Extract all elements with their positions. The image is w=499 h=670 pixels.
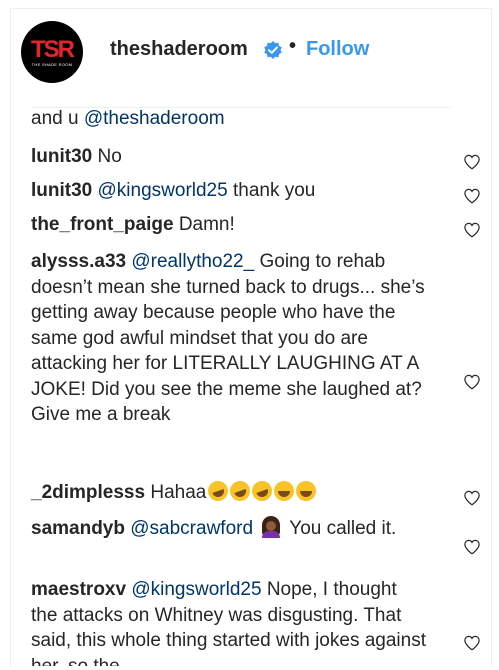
mention-link[interactable]: @kingsworld25 [131,579,261,600]
list-item: alysss.a33 @reallytho22_ Going to rehab … [31,249,426,428]
woman-tipping-hand-emoji [260,516,282,538]
mention-link[interactable]: @sabcrawford [130,518,253,539]
avatar-logo: TSR [31,36,75,63]
mention-link[interactable]: @theshaderoom [84,108,225,129]
username-link[interactable]: theshaderoom [110,38,248,61]
comment-text: Going to rehab doesn’t mean she turned b… [31,251,425,425]
heart-outline-icon[interactable] [463,538,481,556]
post-header: TSR THE SHADE ROOM theshaderoom • Follow [11,9,491,89]
comment-text: thank you [232,180,316,201]
rolling-on-floor-laughing-emoji [205,478,232,504]
heart-outline-icon[interactable] [463,187,481,205]
comment-username[interactable]: the_front_paige [31,214,174,235]
comment-username[interactable]: lunit30 [31,146,92,167]
post-comments-panel: TSR THE SHADE ROOM theshaderoom • Follow… [10,8,492,666]
list-item: samandyb @sabcrawford You called it. [31,516,426,542]
comment-prefix: and u [31,108,84,129]
follow-button[interactable]: Follow [306,38,369,61]
mention-link[interactable]: @kingsworld25 [98,180,228,201]
verified-badge-icon [264,41,282,59]
heart-outline-icon[interactable] [463,634,481,652]
comment-text: You called it. [289,518,397,539]
comment-username[interactable]: _2dimplesss [31,482,145,503]
rolling-on-floor-laughing-emoji [227,478,254,504]
list-item: lunit30 @kingsworld25 thank you [31,178,426,204]
list-item: maestroxv @kingsworld25 Nope, I thought … [31,577,426,666]
comment-username[interactable]: alysss.a33 [31,251,126,272]
heart-outline-icon[interactable] [463,153,481,171]
avatar[interactable]: TSR THE SHADE ROOM [21,21,83,83]
comment-username[interactable]: maestroxv [31,579,126,600]
separator-dot: • [289,35,297,57]
comment-text: Damn! [178,214,235,235]
heart-outline-icon[interactable] [463,489,481,507]
comment-username[interactable]: lunit30 [31,180,92,201]
list-item: and u @theshaderoom [31,106,426,132]
heart-outline-icon[interactable] [463,373,481,391]
rolling-on-floor-laughing-emoji [249,478,276,504]
heart-outline-icon[interactable] [463,221,481,239]
comment-text: Hahaa [150,482,207,503]
comment-text: No [97,146,122,167]
list-item: _2dimplesss Hahaa [31,478,426,506]
list-item: the_front_paige Damn! [31,212,426,238]
comment-username[interactable]: samandyb [31,518,125,539]
face-with-tears-of-joy-emoji [296,481,317,501]
list-item: lunit30 No [31,144,426,170]
avatar-logo-sub: THE SHADE ROOM [31,62,73,67]
face-with-tears-of-joy-emoji [274,481,295,501]
mention-link[interactable]: @reallytho22_ [131,251,254,272]
